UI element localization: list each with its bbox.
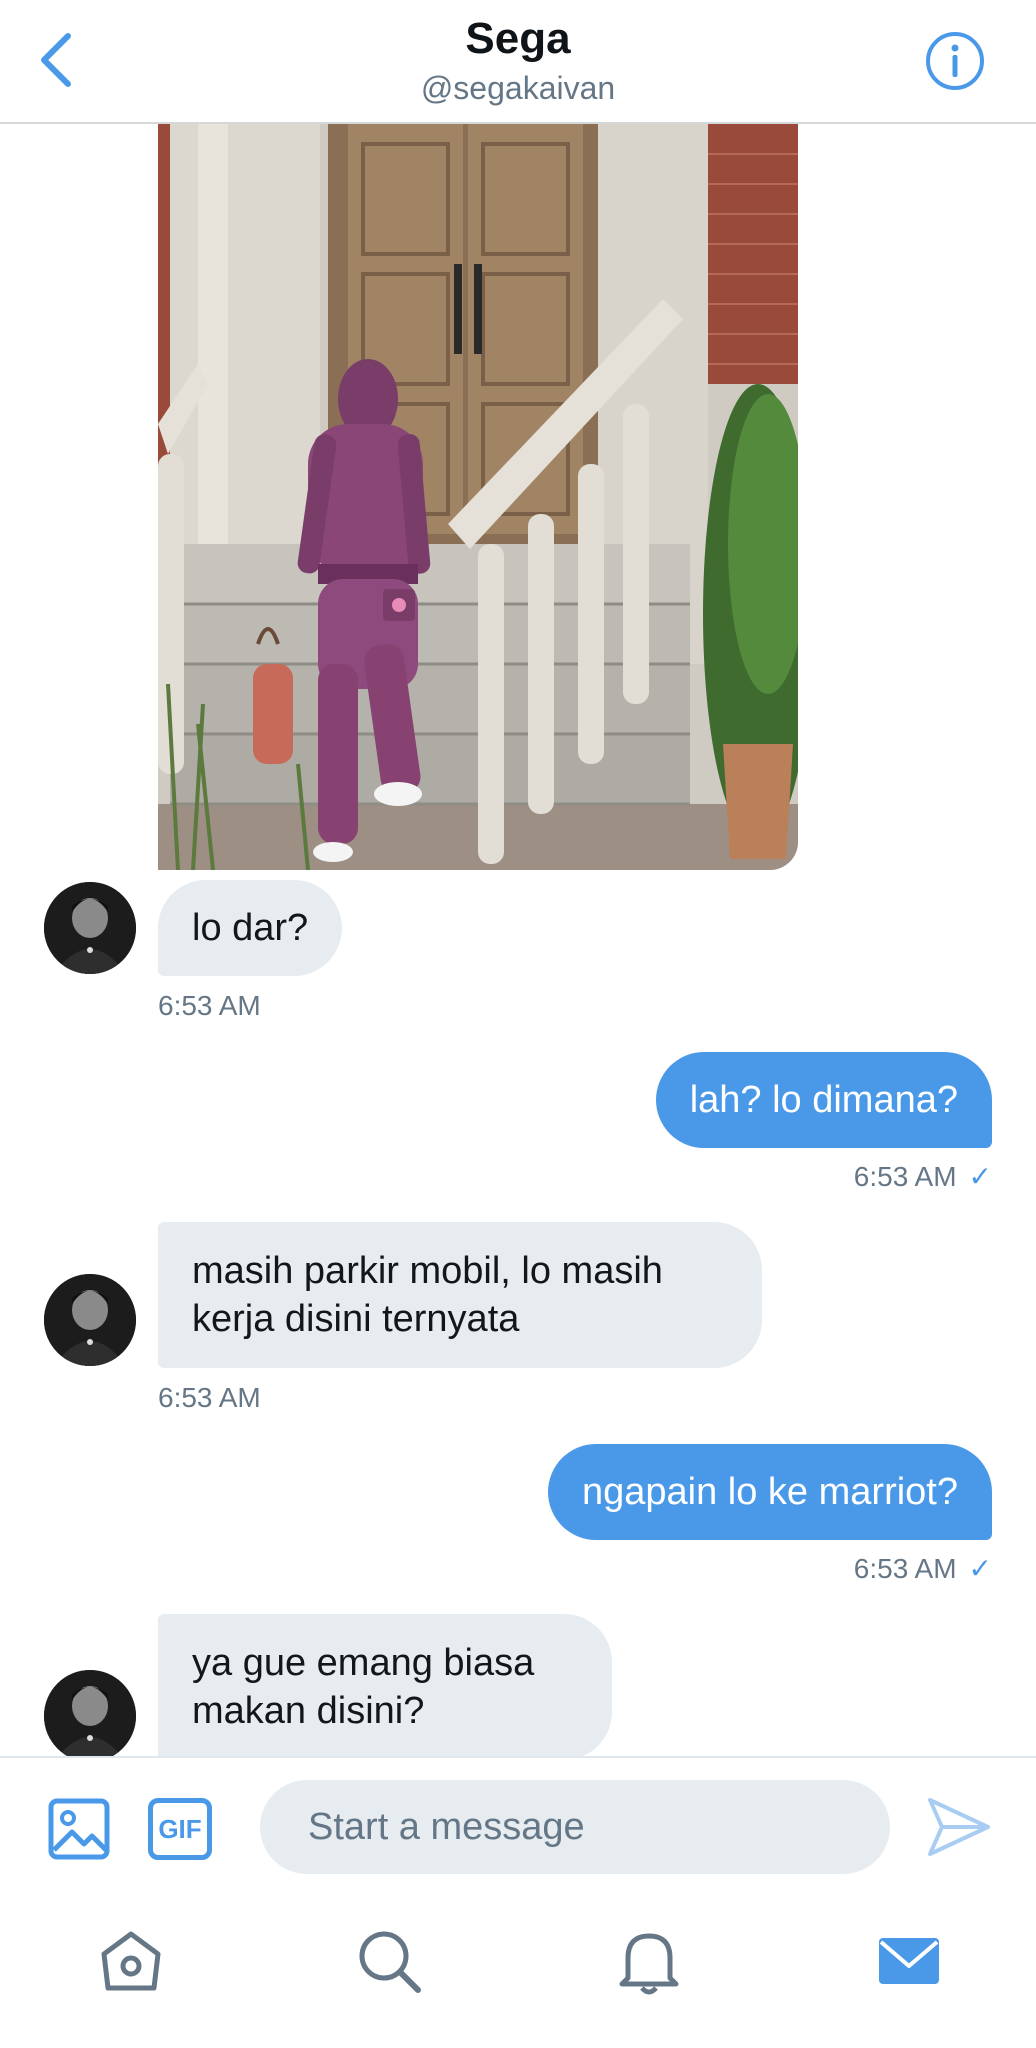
avatar[interactable] bbox=[44, 882, 136, 974]
message-text: lo dar? bbox=[192, 907, 309, 949]
tab-home[interactable] bbox=[96, 1926, 166, 1996]
avatar-image bbox=[44, 1670, 136, 1756]
tab-notifications[interactable] bbox=[614, 1926, 684, 1996]
info-button[interactable] bbox=[924, 30, 986, 92]
home-icon bbox=[101, 1931, 161, 1991]
avatar[interactable] bbox=[44, 1670, 136, 1756]
conversation-header: Sega @segakaivan bbox=[0, 0, 1036, 124]
message-timestamp: 6:53 AM bbox=[158, 990, 261, 1021]
message-timestamp: 6:53 AM bbox=[853, 1553, 957, 1584]
user-handle: @segakaivan bbox=[420, 70, 616, 106]
search-icon bbox=[359, 1931, 421, 1993]
avatar-image bbox=[44, 1274, 136, 1366]
message-timestamp: 6:53 AM bbox=[853, 1161, 957, 1192]
gif-label: GIF bbox=[158, 1813, 202, 1844]
read-check-icon: ✓ bbox=[968, 1553, 992, 1584]
message-text: masih parkir mobil, lo masih kerja disin… bbox=[192, 1250, 663, 1340]
add-media-button[interactable] bbox=[48, 1798, 110, 1860]
info-icon bbox=[926, 32, 984, 90]
gif-button[interactable]: GIF bbox=[148, 1798, 212, 1860]
bell-icon bbox=[619, 1933, 679, 1995]
avatar[interactable] bbox=[44, 1274, 136, 1366]
tab-messages[interactable] bbox=[874, 1926, 944, 1996]
message-bubble-incoming[interactable]: ya gue emang biasa makan disini? bbox=[158, 1614, 612, 1756]
shared-photo bbox=[158, 124, 798, 870]
message-status: 6:53 AM ✓ bbox=[854, 1552, 992, 1585]
message-bubble-incoming[interactable]: lo dar? bbox=[158, 880, 343, 976]
tab-search[interactable] bbox=[354, 1926, 424, 1996]
message-bubble-outgoing[interactable]: ngapain lo ke marriot? bbox=[548, 1444, 992, 1540]
mail-icon bbox=[879, 1938, 939, 1984]
message-text: ya gue emang biasa makan disini? bbox=[192, 1642, 535, 1732]
avatar-image bbox=[44, 882, 136, 974]
message-list[interactable]: lo dar? 6:53 AM lah? lo dimana? 6:53 AM ✓… bbox=[0, 124, 1036, 1756]
message-timestamp: 6:53 AM bbox=[158, 1382, 261, 1413]
message-text: ngapain lo ke marriot? bbox=[582, 1471, 958, 1513]
message-text: lah? lo dimana? bbox=[689, 1079, 958, 1121]
message-bubble-incoming[interactable]: masih parkir mobil, lo masih kerja disin… bbox=[158, 1222, 762, 1368]
send-icon bbox=[928, 1798, 990, 1856]
message-bubble-outgoing[interactable]: lah? lo dimana? bbox=[655, 1052, 992, 1148]
read-check-icon: ✓ bbox=[968, 1161, 992, 1192]
photo-message[interactable] bbox=[158, 124, 798, 870]
message-input[interactable] bbox=[260, 1780, 890, 1874]
message-status: 6:53 AM ✓ bbox=[854, 1160, 992, 1193]
image-icon bbox=[48, 1798, 110, 1860]
send-button[interactable] bbox=[926, 1794, 992, 1860]
message-composer: GIF bbox=[0, 1756, 1036, 1896]
page-title: Sega bbox=[465, 14, 571, 63]
tab-bar bbox=[0, 1894, 1036, 2048]
